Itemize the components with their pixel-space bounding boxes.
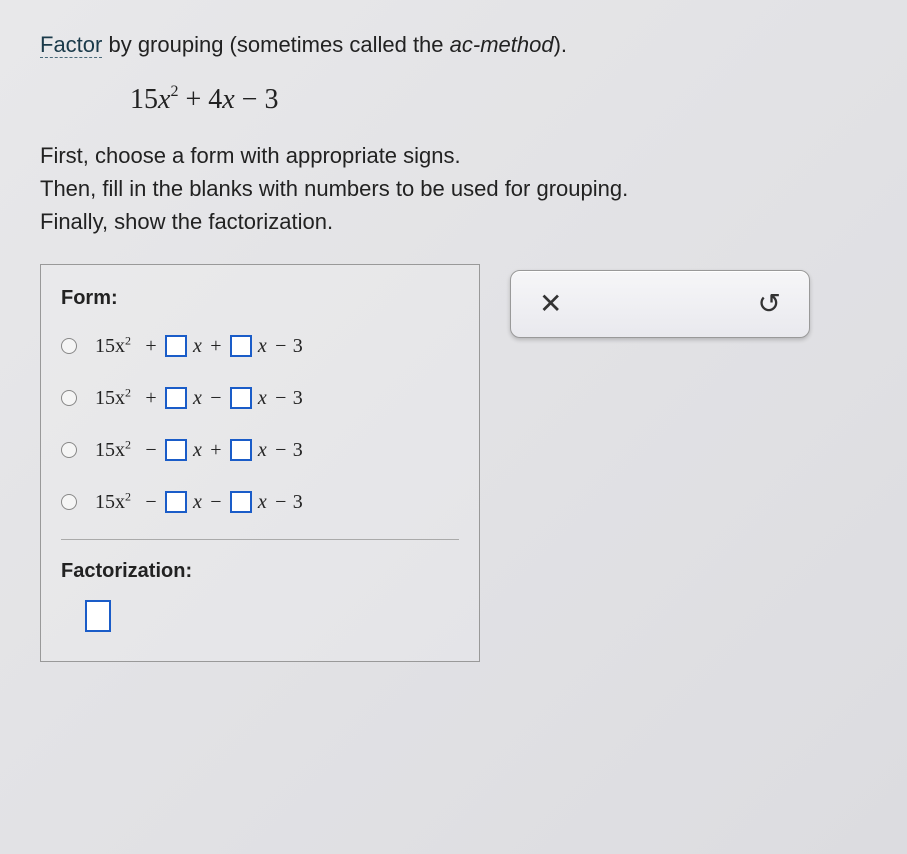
opt1-x1: x — [193, 331, 202, 361]
opt4-x2: x — [258, 487, 267, 517]
opt3-blank2[interactable] — [230, 439, 252, 461]
opt3-blank1[interactable] — [165, 439, 187, 461]
opt1-tailconst: 3 — [293, 331, 303, 361]
opt3-sign1: − — [139, 435, 163, 465]
expression: 15x2 + 4x − 3 — [130, 79, 867, 121]
opt2-x2: x — [258, 383, 267, 413]
instructions: First, choose a form with appropriate si… — [40, 139, 867, 238]
reset-icon[interactable]: ↺ — [758, 283, 781, 325]
control-panel: ✕ ↺ — [510, 270, 810, 338]
expr-const: 3 — [264, 84, 278, 115]
opt3-exp: 2 — [125, 437, 131, 451]
factorization-label: Factorization: — [61, 556, 459, 586]
ac-method-term: ac-method — [450, 32, 554, 57]
opt4-exp: 2 — [125, 489, 131, 503]
opt2-sign2: − — [204, 383, 228, 413]
radio-option-1[interactable] — [61, 338, 77, 354]
opt2-tailconst: 3 — [293, 383, 303, 413]
opt1-exp: 2 — [125, 333, 131, 347]
form-option-2[interactable]: 15x2 + x − x − 3 — [61, 383, 459, 413]
opt1-tailsign: − — [269, 331, 293, 361]
instruction-line-3: Finally, show the factorization. — [40, 205, 867, 238]
form-option-3[interactable]: 15x2 − x + x − 3 — [61, 435, 459, 465]
form-title: Form: — [61, 283, 459, 313]
opt3-x1: x — [193, 435, 202, 465]
opt1-sign1: + — [139, 331, 163, 361]
opt2-lead: 15x — [95, 387, 125, 409]
opt2-blank2[interactable] — [230, 387, 252, 409]
radio-option-4[interactable] — [61, 494, 77, 510]
instruction-line-1: First, choose a form with appropriate si… — [40, 139, 867, 172]
opt4-blank1[interactable] — [165, 491, 187, 513]
opt4-blank2[interactable] — [230, 491, 252, 513]
opt1-blank2[interactable] — [230, 335, 252, 357]
radio-option-3[interactable] — [61, 442, 77, 458]
opt2-sign1: + — [139, 383, 163, 413]
expr-exp1: 2 — [170, 83, 178, 100]
opt4-x1: x — [193, 487, 202, 517]
form-option-4[interactable]: 15x2 − x − x − 3 — [61, 487, 459, 517]
close-icon[interactable]: ✕ — [539, 283, 562, 325]
factor-link[interactable]: Factor — [40, 32, 102, 58]
opt1-lead: 15x — [95, 335, 125, 357]
prompt-text-end: ). — [554, 32, 567, 57]
opt4-tailconst: 3 — [293, 487, 303, 517]
opt3-tailsign: − — [269, 435, 293, 465]
form-panel: Form: 15x2 + x + x − 3 15x2 + x − x − 3 — [40, 264, 480, 662]
opt4-lead: 15x — [95, 491, 125, 513]
expr-sign1: + — [185, 84, 201, 115]
opt2-exp: 2 — [125, 385, 131, 399]
opt2-tailsign: − — [269, 383, 293, 413]
opt4-sign2: − — [204, 487, 228, 517]
opt4-tailsign: − — [269, 487, 293, 517]
opt3-tailconst: 3 — [293, 435, 303, 465]
factorization-input[interactable] — [85, 600, 111, 632]
opt3-lead: 15x — [95, 439, 125, 461]
prompt-text-1: by grouping (sometimes called the — [102, 32, 449, 57]
opt1-x2: x — [258, 331, 267, 361]
instruction-line-2: Then, fill in the blanks with numbers to… — [40, 172, 867, 205]
opt2-blank1[interactable] — [165, 387, 187, 409]
opt1-sign2: + — [204, 331, 228, 361]
opt2-x1: x — [193, 383, 202, 413]
radio-option-2[interactable] — [61, 390, 77, 406]
form-option-1[interactable]: 15x2 + x + x − 3 — [61, 331, 459, 361]
expr-sign2: − — [242, 84, 258, 115]
expr-var1: x — [158, 84, 170, 115]
form-divider — [61, 539, 459, 540]
opt1-blank1[interactable] — [165, 335, 187, 357]
expr-coef1: 15 — [130, 84, 158, 115]
opt3-sign2: + — [204, 435, 228, 465]
expr-coef2: 4 — [208, 84, 222, 115]
opt3-x2: x — [258, 435, 267, 465]
expr-var2: x — [222, 84, 234, 115]
opt4-sign1: − — [139, 487, 163, 517]
question-prompt: Factor by grouping (sometimes called the… — [40, 28, 867, 61]
